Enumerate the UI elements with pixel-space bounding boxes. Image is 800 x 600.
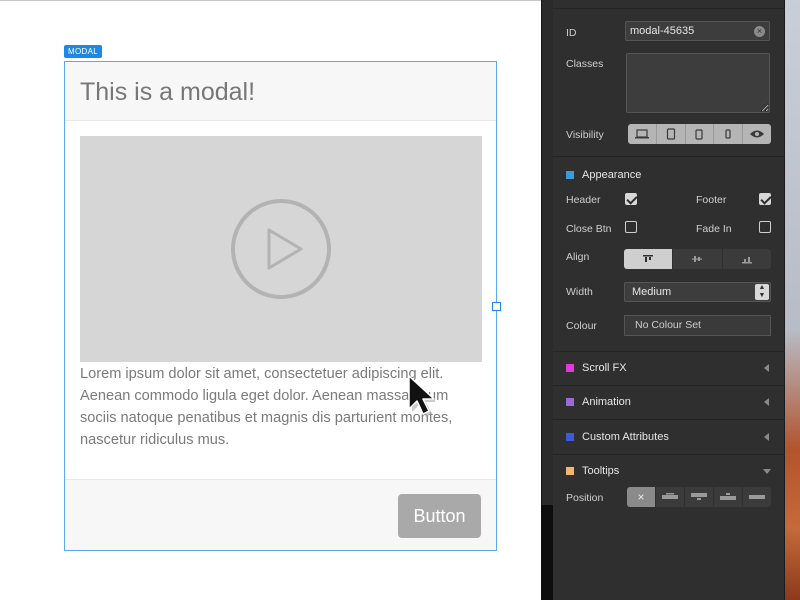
classes-input[interactable] bbox=[626, 53, 770, 113]
custom-attributes-section-title[interactable]: Custom Attributes bbox=[582, 431, 669, 443]
width-label: Width bbox=[566, 286, 593, 298]
mouse-cursor-icon bbox=[408, 375, 435, 417]
tooltip-right-icon[interactable] bbox=[743, 487, 771, 507]
footer-label: Footer bbox=[696, 194, 727, 206]
tablet-small-icon[interactable] bbox=[686, 124, 715, 144]
collapse-arrow-icon[interactable] bbox=[764, 433, 769, 441]
tooltips-color-swatch bbox=[566, 467, 574, 475]
header-checkbox[interactable] bbox=[625, 193, 637, 205]
modal-header[interactable]: This is a modal! bbox=[65, 62, 496, 121]
divider bbox=[553, 454, 785, 455]
close-btn-label: Close Btn bbox=[566, 223, 612, 235]
tablet-icon[interactable] bbox=[657, 124, 686, 144]
expand-arrow-icon[interactable] bbox=[763, 469, 771, 474]
resize-handle[interactable] bbox=[492, 302, 501, 311]
fade-in-checkbox[interactable] bbox=[759, 221, 771, 233]
tooltip-position-group: × bbox=[627, 487, 771, 507]
tooltip-bottom-icon[interactable] bbox=[685, 487, 714, 507]
phone-icon[interactable] bbox=[714, 124, 744, 144]
header-label: Header bbox=[566, 194, 601, 206]
appearance-color-swatch bbox=[566, 171, 574, 179]
width-select[interactable]: Medium ▲ ▼ bbox=[624, 282, 771, 302]
close-btn-checkbox[interactable] bbox=[625, 221, 637, 233]
id-input[interactable] bbox=[625, 21, 770, 41]
tooltip-left-icon[interactable] bbox=[714, 487, 743, 507]
desktop-wallpaper bbox=[785, 0, 800, 600]
animation-section-title[interactable]: Animation bbox=[582, 396, 631, 408]
inspector-panel: ID × Classes Visibility Appearance Heade… bbox=[553, 0, 785, 600]
fade-in-label: Fade In bbox=[696, 223, 732, 235]
modal-title: This is a modal! bbox=[80, 78, 256, 106]
align-bottom-icon[interactable] bbox=[723, 249, 771, 269]
element-type-tag: MODAL bbox=[64, 45, 102, 58]
tooltips-section-title[interactable]: Tooltips bbox=[582, 465, 619, 477]
visibility-toggle-group bbox=[628, 124, 771, 144]
clear-icon[interactable]: × bbox=[754, 26, 765, 37]
align-label: Align bbox=[566, 251, 590, 263]
tooltip-top-icon[interactable] bbox=[656, 487, 685, 507]
modal-footer-button[interactable]: Button bbox=[398, 494, 481, 538]
divider bbox=[553, 385, 785, 386]
animation-color-swatch bbox=[566, 398, 574, 406]
align-toggle-group bbox=[624, 249, 771, 269]
footer-checkbox[interactable] bbox=[759, 193, 771, 205]
none-glyph: × bbox=[637, 490, 645, 504]
custom-attributes-color-swatch bbox=[566, 433, 574, 441]
divider bbox=[553, 8, 785, 9]
classes-label: Classes bbox=[566, 58, 604, 70]
divider bbox=[553, 156, 785, 157]
laptop-icon[interactable] bbox=[628, 124, 657, 144]
position-label: Position bbox=[566, 492, 604, 504]
collapse-arrow-icon[interactable] bbox=[764, 364, 769, 372]
align-top-icon[interactable] bbox=[624, 249, 674, 269]
modal[interactable]: This is a modal! Lorem ipsum dolor sit a… bbox=[64, 61, 497, 551]
width-select-value: Medium bbox=[632, 286, 672, 298]
video-placeholder[interactable] bbox=[80, 136, 482, 362]
eye-icon[interactable] bbox=[743, 124, 771, 144]
divider bbox=[553, 419, 785, 420]
none-icon[interactable]: × bbox=[627, 487, 656, 507]
play-icon bbox=[231, 199, 331, 299]
design-canvas[interactable]: MODAL This is a modal! Lorem ipsum dolor… bbox=[0, 0, 541, 600]
divider bbox=[553, 351, 785, 352]
scroll-fx-section-title[interactable]: Scroll FX bbox=[582, 362, 627, 374]
scroll-fx-color-swatch bbox=[566, 364, 574, 372]
colour-label: Colour bbox=[566, 320, 597, 332]
splitter-shadow bbox=[541, 505, 553, 600]
align-middle-icon[interactable] bbox=[673, 249, 723, 269]
modal-footer[interactable]: Button bbox=[65, 479, 496, 550]
colour-picker[interactable]: No Colour Set bbox=[624, 315, 771, 336]
collapse-arrow-icon[interactable] bbox=[764, 398, 769, 406]
id-label: ID bbox=[566, 27, 577, 39]
visibility-label: Visibility bbox=[566, 129, 604, 141]
appearance-section-title[interactable]: Appearance bbox=[582, 169, 641, 181]
select-arrows-icon: ▲ ▼ bbox=[755, 284, 769, 300]
